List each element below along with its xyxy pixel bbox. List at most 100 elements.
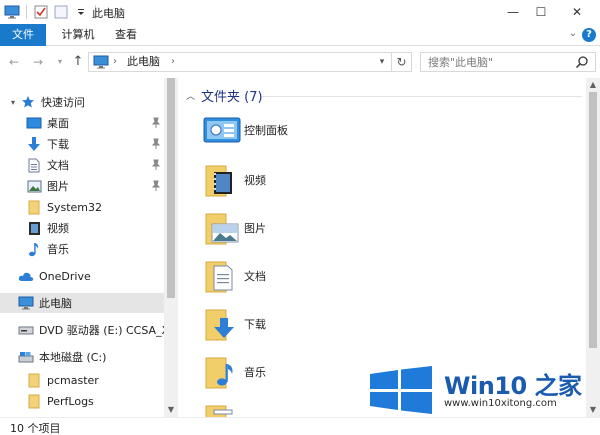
sidebar-item-local-disk[interactable]: 本地磁盘 (C:) — [0, 347, 164, 367]
ribbon-tab-bar: 文件 计算机 查看 ⌄ ? — [0, 24, 600, 46]
item-label: 图片 — [244, 222, 266, 235]
maximize-button[interactable]: ☐ — [524, 0, 558, 24]
watermark: Win10 之家 www.win10xitong.com — [368, 364, 592, 416]
sidebar-item-pictures[interactable]: 图片 — [0, 176, 164, 196]
sidebar-item-videos[interactable]: 视频 — [0, 218, 164, 238]
sidebar-item-label: OneDrive — [39, 269, 91, 283]
search-box[interactable] — [420, 52, 596, 72]
toolbar-divider — [26, 5, 27, 19]
sidebar-item-onedrive[interactable]: OneDrive — [0, 266, 164, 286]
pin-icon[interactable] — [151, 117, 161, 129]
sidebar-item-downloads[interactable]: 下载 — [0, 134, 164, 154]
tab-file[interactable]: 文件 — [0, 24, 46, 46]
address-bar[interactable]: › 此电脑 › ▾ — [88, 52, 392, 72]
music-folder-icon — [202, 352, 242, 392]
item-label: 文档 — [244, 270, 266, 283]
help-icon[interactable]: ? — [582, 28, 596, 42]
sidebar-item-label: pcmaster — [47, 373, 99, 387]
desktop-icon — [26, 115, 42, 131]
videos-folder-icon — [202, 160, 242, 200]
folder-icon — [26, 393, 42, 409]
navigation-pane: ▾ 快速访问 桌面 下载 文档 图片 System32 视频 音乐 OneDri… — [0, 78, 178, 417]
star-icon — [20, 94, 36, 110]
pin-icon[interactable] — [151, 138, 161, 150]
expand-ribbon-icon[interactable]: ⌄ — [566, 27, 580, 41]
download-icon — [26, 136, 42, 152]
item-label: 下载 — [244, 318, 266, 331]
control-panel-icon — [202, 110, 242, 150]
properties-icon[interactable] — [33, 4, 49, 20]
close-button[interactable]: ✕ — [560, 0, 594, 24]
drive-icon — [18, 349, 34, 365]
sidebar-item-desktop[interactable]: 桌面 — [0, 113, 164, 133]
sidebar-item-label: 视频 — [47, 222, 69, 235]
scroll-down-icon[interactable]: ▼ — [164, 403, 178, 417]
sidebar-item-label: 此电脑 — [39, 297, 72, 310]
group-title: 文件夹 (7) — [201, 90, 263, 105]
downloads-folder-icon — [202, 304, 242, 344]
chevron-down-icon[interactable]: ▾ — [375, 55, 389, 69]
tab-computer[interactable]: 计算机 — [50, 24, 106, 46]
search-icon[interactable] — [575, 55, 589, 69]
title-bar: 此电脑 — ☐ ✕ — [0, 0, 600, 24]
sidebar-item-label: PerfLogs — [47, 394, 94, 408]
document-icon — [26, 157, 42, 173]
breadcrumb-chevron-icon[interactable]: › — [113, 55, 117, 69]
new-folder-icon[interactable] — [53, 4, 69, 20]
sidebar-item-documents[interactable]: 文档 — [0, 155, 164, 175]
music-icon — [26, 241, 42, 257]
sidebar-item-music[interactable]: 音乐 — [0, 239, 164, 259]
sidebar-item-label: 文档 — [47, 159, 69, 172]
sidebar-item-this-pc[interactable]: 此电脑 — [0, 293, 164, 313]
list-item-pictures[interactable]: 图片 — [202, 206, 402, 250]
list-item-downloads[interactable]: 下载 — [202, 302, 402, 346]
sidebar-item-perflogs[interactable]: PerfLogs — [0, 391, 164, 411]
window-title: 此电脑 — [92, 7, 125, 20]
list-item-videos[interactable]: 视频 — [202, 158, 402, 202]
forward-arrow-icon[interactable]: → — [30, 54, 46, 70]
group-header-folders[interactable]: ︿ 文件夹 (7) — [186, 86, 263, 105]
sidebar-item-label: 音乐 — [47, 243, 69, 256]
navigation-pane-scrollbar[interactable]: ▼ — [164, 78, 178, 417]
sidebar-item-quick-access[interactable]: ▾ 快速访问 — [0, 92, 164, 112]
search-input[interactable] — [421, 53, 571, 71]
sidebar-item-label: 本地磁盘 (C:) — [39, 351, 107, 364]
watermark-title: Win10 之家 — [444, 372, 582, 400]
list-item-control-panel[interactable]: 控制面板 — [202, 108, 402, 152]
documents-folder-icon — [202, 256, 242, 296]
recent-locations-icon[interactable]: ▾ — [52, 54, 68, 70]
tab-view[interactable]: 查看 — [108, 24, 144, 46]
sidebar-item-pcmaster[interactable]: pcmaster — [0, 370, 164, 390]
sidebar-item-label: 快速访问 — [41, 96, 85, 109]
refresh-button[interactable]: ↻ — [392, 52, 412, 72]
breadcrumb-location[interactable]: 此电脑 — [127, 55, 160, 69]
folder-icon — [202, 400, 242, 417]
windows-logo-icon — [368, 366, 434, 414]
item-label: 视频 — [244, 174, 266, 187]
computer-icon — [93, 55, 109, 69]
back-arrow-icon[interactable]: ← — [6, 54, 22, 70]
scrollbar-thumb[interactable] — [167, 78, 175, 298]
computer-icon — [4, 4, 20, 20]
sidebar-item-dvd-drive[interactable]: DVD 驱动器 (E:) CCSA_X64 — [0, 320, 164, 340]
pin-icon[interactable] — [151, 159, 161, 171]
computer-icon — [18, 295, 34, 311]
list-item-documents[interactable]: 文档 — [202, 254, 402, 298]
folder-icon — [26, 372, 42, 388]
chevron-down-icon[interactable]: ▾ — [8, 98, 18, 107]
chevron-up-icon[interactable]: ︿ — [186, 89, 195, 102]
pictures-folder-icon — [202, 208, 242, 248]
quick-access-toolbar — [4, 4, 98, 20]
pin-icon[interactable] — [151, 180, 161, 192]
sidebar-item-label: 桌面 — [47, 117, 69, 130]
sidebar-item-system32[interactable]: System32 — [0, 197, 164, 217]
scroll-up-icon[interactable]: ▲ — [586, 78, 600, 92]
sidebar-item-label: DVD 驱动器 (E:) CCSA_X64 — [39, 324, 164, 337]
scrollbar-thumb[interactable] — [589, 92, 597, 348]
video-icon — [26, 220, 42, 236]
cloud-icon — [18, 268, 34, 284]
up-arrow-icon[interactable]: ↑ — [70, 54, 86, 70]
navigation-bar: ← → ▾ ↑ › 此电脑 › ▾ ↻ — [0, 46, 600, 78]
customize-dropdown-icon[interactable] — [73, 4, 89, 20]
breadcrumb-chevron-icon[interactable]: › — [171, 55, 175, 69]
